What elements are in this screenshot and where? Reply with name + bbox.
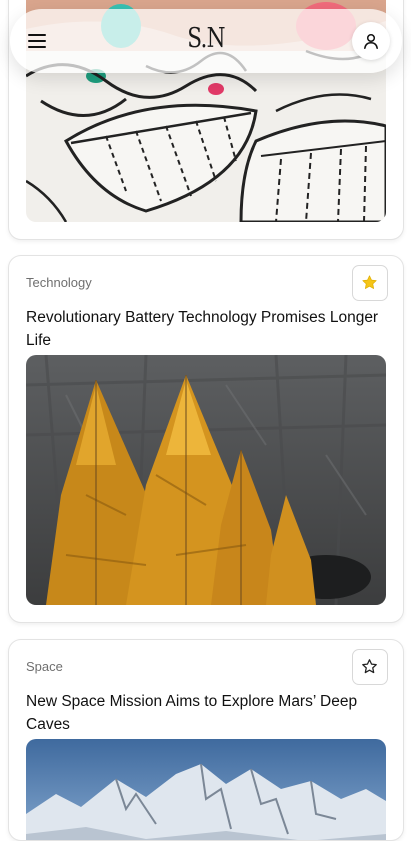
profile-button[interactable]: [352, 22, 390, 60]
site-logo[interactable]: S.N: [49, 23, 363, 54]
article-title[interactable]: Revolutionary Battery Technology Promise…: [26, 306, 392, 352]
article-card[interactable]: Technology Revolutionary Battery Technol…: [8, 255, 404, 623]
article-category: Technology: [26, 275, 92, 290]
article-card[interactable]: Space New Space Mission Aims to Explore …: [8, 639, 404, 841]
article-image[interactable]: [26, 355, 386, 605]
favorite-button[interactable]: [352, 265, 388, 301]
star-outline-icon: [362, 659, 377, 674]
article-category: Space: [26, 659, 63, 674]
user-icon: [364, 33, 378, 49]
star-filled-icon: [362, 275, 377, 289]
top-navigation-bar: S.N: [10, 9, 402, 73]
article-title[interactable]: New Space Mission Aims to Explore Mars’ …: [26, 690, 392, 736]
favorite-button[interactable]: [352, 649, 388, 685]
article-image[interactable]: [26, 739, 386, 840]
hamburger-menu-icon[interactable]: [28, 33, 46, 49]
